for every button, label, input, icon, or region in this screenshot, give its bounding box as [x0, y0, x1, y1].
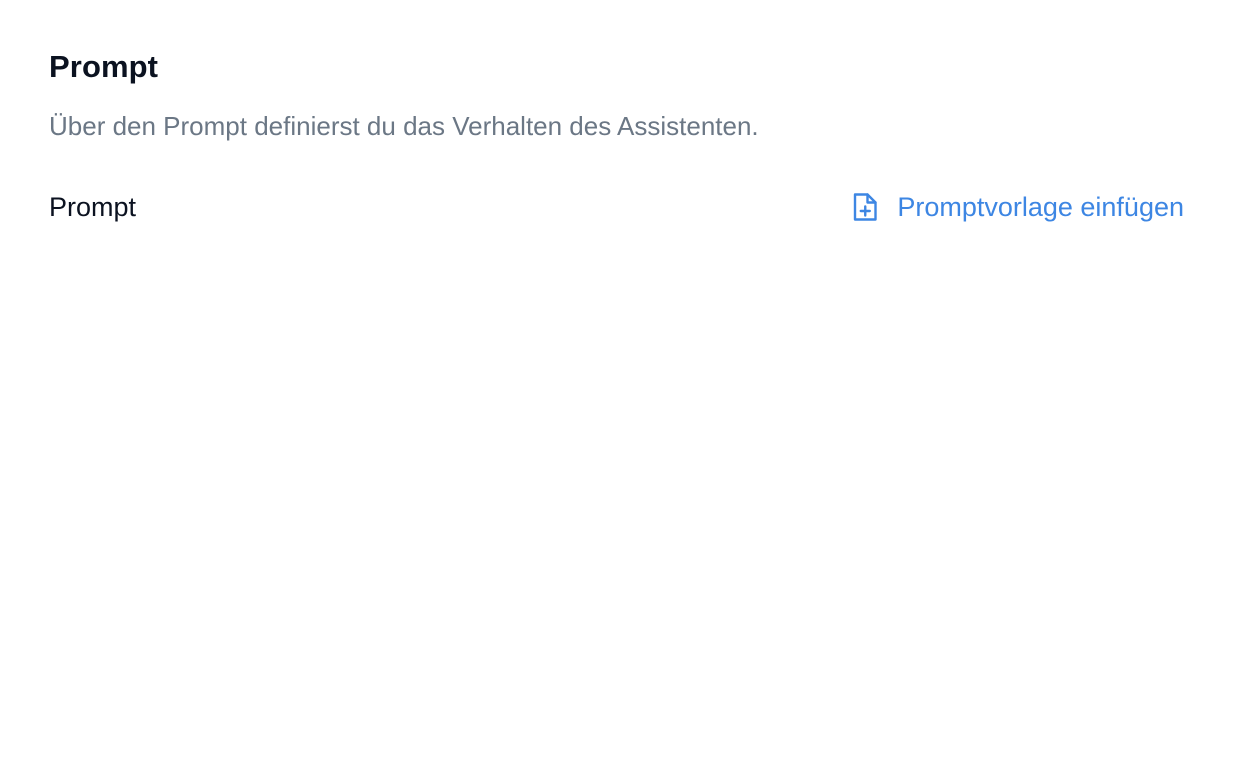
- file-plus-icon: [851, 191, 879, 223]
- insert-prompt-template-label: Promptvorlage einfügen: [897, 192, 1184, 222]
- section-description: Über den Prompt definierst du das Verhal…: [49, 111, 759, 141]
- prompt-settings-panel: Prompt Über den Prompt definierst du das…: [0, 0, 1248, 765]
- section-title: Prompt: [49, 49, 159, 84]
- prompt-field-label: Prompt: [49, 192, 137, 222]
- prompt-field-header: Prompt Promptvorlage einfügen: [49, 186, 1184, 228]
- insert-prompt-template-button[interactable]: Promptvorlage einfügen: [851, 187, 1184, 227]
